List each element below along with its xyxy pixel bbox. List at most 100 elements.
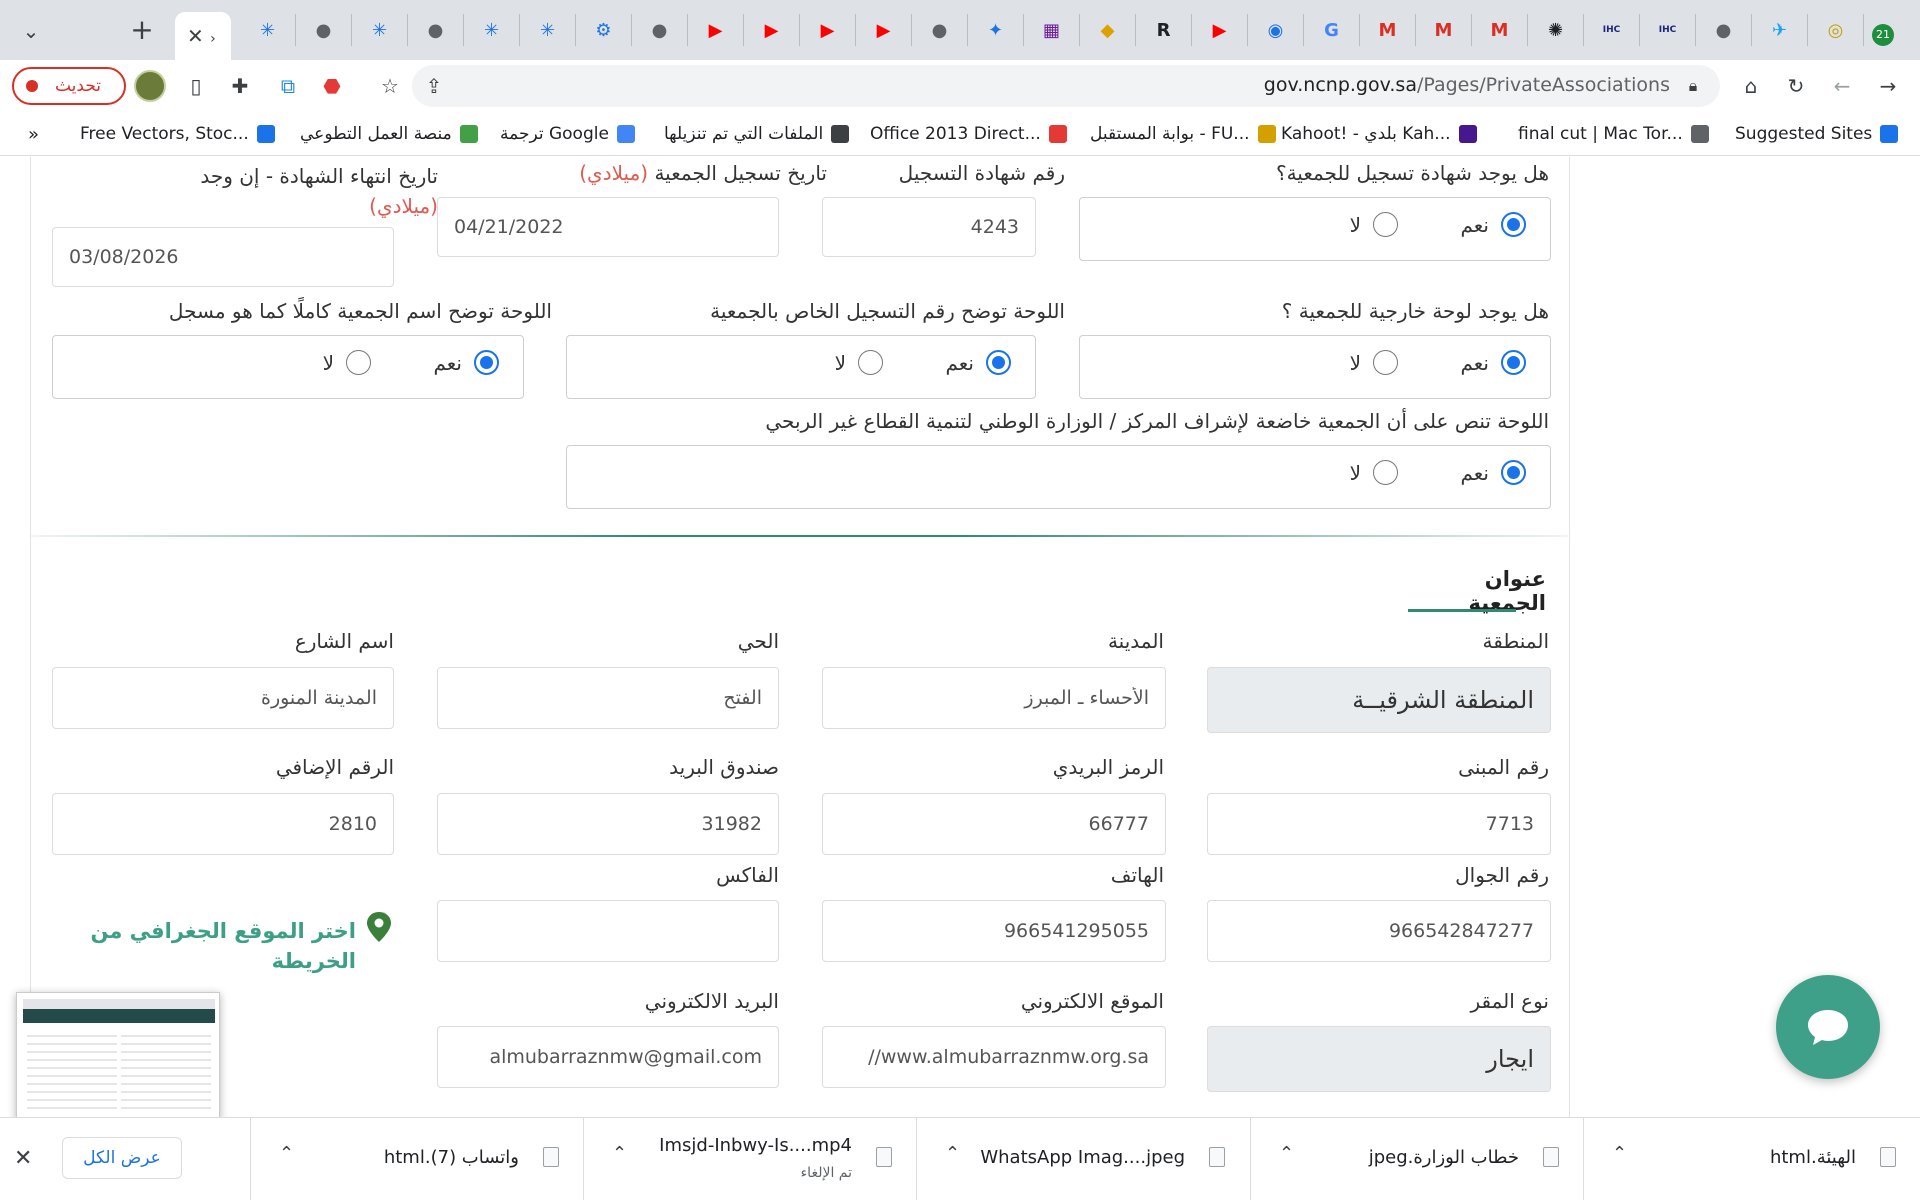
chevron-down-icon[interactable]: ⌄ [18, 18, 44, 44]
active-tab[interactable]: ✕ › [175, 12, 231, 60]
tab-3[interactable]: ● [408, 14, 464, 46]
url-text[interactable]: gov.ncnp.gov.sa/Pages/PrivateAssociation… [1250, 74, 1670, 98]
bookmark-item[interactable]: Kahoot! - بلدي Kah... [1281, 122, 1477, 146]
radio-unchecked-icon[interactable] [858, 350, 883, 375]
extra-number-field[interactable] [52, 793, 394, 855]
phone-field[interactable] [822, 900, 1166, 962]
city-input[interactable] [839, 687, 1149, 709]
bookmark-item[interactable]: ترجمة Google [500, 122, 635, 146]
radio-unchecked-icon[interactable] [346, 350, 371, 375]
website-field[interactable] [822, 1026, 1166, 1088]
home-icon[interactable]: ⌂ [1737, 72, 1765, 100]
district-input[interactable] [454, 687, 762, 709]
radio-checked-icon[interactable] [1501, 212, 1526, 237]
region-select[interactable]: المنطقة الشرقيــة [1207, 667, 1551, 733]
radio-checked-icon[interactable] [474, 350, 499, 375]
profile-avatar[interactable] [134, 70, 166, 102]
bookmarks-overflow-icon[interactable]: » [28, 122, 39, 146]
tab-5[interactable]: ✳ [520, 14, 576, 46]
cert-number-input[interactable] [839, 216, 1019, 238]
cert-no-option[interactable]: لا [1350, 212, 1398, 237]
tab-13[interactable]: ✦ [968, 14, 1024, 46]
cert-yes-option[interactable]: نعم [1460, 212, 1526, 237]
tab-2[interactable]: ✳ [352, 14, 408, 46]
bookmark-item[interactable]: final cut | Mac Tor... [1518, 122, 1709, 146]
street-field[interactable] [52, 667, 394, 729]
email-input[interactable] [454, 1046, 762, 1068]
chevron-up-icon[interactable]: ⌃ [1612, 1143, 1627, 1164]
bookmark-item[interactable]: Free Vectors, Stoc... [80, 122, 275, 146]
reg-date-input[interactable] [454, 216, 762, 238]
cert-number-field[interactable] [822, 197, 1036, 257]
tab-28[interactable]: ◎ [1808, 14, 1864, 46]
tab-23[interactable]: ✺ [1528, 14, 1584, 46]
radio-unchecked-icon[interactable] [1373, 350, 1398, 375]
sign-supervision-yes-option[interactable]: نعم [1460, 460, 1526, 485]
radio-unchecked-icon[interactable] [1373, 212, 1398, 237]
bookmark-item[interactable]: الملفات التي تم تنزيلها [664, 122, 850, 146]
tab-12[interactable]: ● [912, 14, 968, 46]
expiry-date-input[interactable] [69, 246, 377, 268]
bookmark-item[interactable]: Suggested Sites [1735, 122, 1899, 146]
new-tab-button[interactable]: + [128, 16, 156, 45]
update-button[interactable]: تحديث [12, 67, 126, 105]
sign-yes-option[interactable]: نعم [1460, 350, 1526, 375]
email-field[interactable] [437, 1026, 779, 1088]
pobox-input[interactable] [454, 813, 762, 835]
chat-button[interactable] [1776, 975, 1880, 1079]
extensions-icon[interactable]: ✚ [226, 72, 254, 100]
website-input[interactable] [839, 1046, 1149, 1068]
tab-27[interactable]: ✈ [1752, 14, 1808, 46]
tab-0[interactable]: ✳ [240, 14, 296, 46]
tab-26[interactable]: ● [1696, 14, 1752, 46]
tab-24[interactable]: IHC [1584, 14, 1640, 46]
close-icon[interactable]: ✕ [14, 1146, 32, 1171]
back-icon[interactable]: ← [1828, 72, 1856, 100]
sign-regnum-no-option[interactable]: لا [835, 350, 883, 375]
phone-input[interactable] [839, 920, 1149, 942]
share-icon[interactable]: ⇪ [420, 72, 448, 100]
city-field[interactable] [822, 667, 1166, 729]
tab-18[interactable]: ◉ [1248, 14, 1304, 46]
bookmark-item[interactable]: منصة العمل التطوعي [300, 122, 478, 146]
extra-number-input[interactable] [69, 813, 377, 835]
tab-22[interactable]: M [1472, 14, 1528, 46]
side-panel-icon[interactable]: ▯ [182, 72, 210, 100]
download-item[interactable]: الهيئة.html ⌃ [1583, 1117, 1920, 1200]
chevron-up-icon[interactable]: ⌃ [612, 1143, 627, 1164]
tab-6[interactable]: ⚙ [576, 14, 632, 46]
tab-25[interactable]: IHC [1640, 14, 1696, 46]
show-all-downloads-button[interactable]: عرض الكل [62, 1137, 182, 1179]
premises-select[interactable]: ايجار [1207, 1026, 1551, 1092]
close-icon[interactable]: ✕ [187, 24, 204, 48]
bookmark-item[interactable]: Office 2013 Direct... [870, 122, 1067, 146]
reg-date-field[interactable] [437, 197, 779, 257]
bookmark-star-icon[interactable]: ☆ [376, 72, 404, 100]
screenshot-extension-icon[interactable]: ⧉ [274, 72, 302, 100]
forward-icon[interactable]: → [1874, 72, 1902, 100]
sign-name-no-option[interactable]: لا [323, 350, 371, 375]
download-item[interactable]: خطاب الوزارة.jpeg ⌃ [1250, 1117, 1583, 1200]
tab-19[interactable]: G [1304, 14, 1360, 46]
adblock-icon[interactable]: ⬣ [318, 72, 346, 100]
screenshot-thumbnail[interactable] [16, 992, 220, 1120]
tab-9[interactable]: ▶ [744, 14, 800, 46]
reload-icon[interactable]: ↻ [1782, 72, 1810, 100]
map-picker-link[interactable]: اختر الموقع الجغرافي من الخريطة [86, 916, 356, 982]
tab-20[interactable]: M [1360, 14, 1416, 46]
radio-checked-icon[interactable] [1501, 350, 1526, 375]
radio-checked-icon[interactable] [986, 350, 1011, 375]
chevron-up-icon[interactable]: ⌃ [945, 1143, 960, 1164]
tab-1[interactable]: ● [296, 14, 352, 46]
download-item[interactable]: واتساب (7).html ⌃ [250, 1117, 583, 1200]
tab-8[interactable]: ▶ [688, 14, 744, 46]
tab-10[interactable]: ▶ [800, 14, 856, 46]
radio-unchecked-icon[interactable] [1373, 460, 1398, 485]
building-field[interactable] [1207, 793, 1551, 855]
tab-14[interactable]: ▦ [1024, 14, 1080, 46]
tab-17[interactable]: ▶ [1192, 14, 1248, 46]
chevron-up-icon[interactable]: ⌃ [279, 1143, 294, 1164]
sign-regnum-yes-option[interactable]: نعم [945, 350, 1011, 375]
postal-field[interactable] [822, 793, 1166, 855]
sign-name-yes-option[interactable]: نعم [433, 350, 499, 375]
